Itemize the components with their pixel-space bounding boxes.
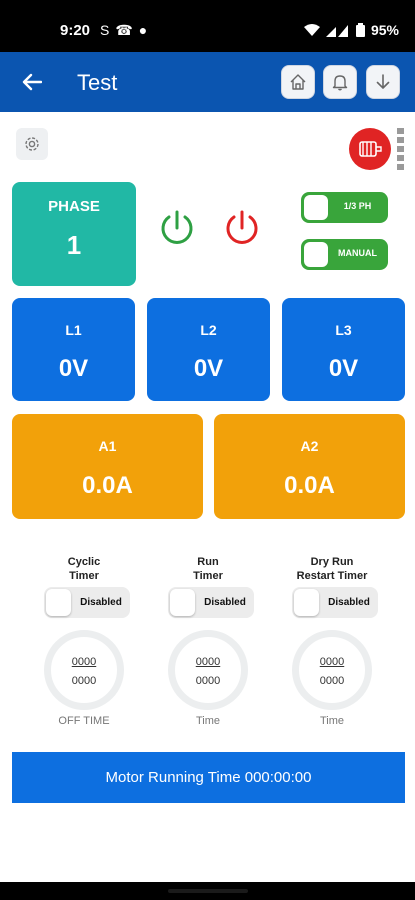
home-indicator[interactable] [168, 889, 248, 893]
run-timer-toggle[interactable]: Disabled [168, 587, 254, 618]
toggle-knob [46, 589, 71, 616]
toggle-knob [294, 589, 319, 616]
page-title: Test [77, 70, 118, 95]
motor-icon [359, 141, 382, 157]
power-on-button[interactable] [158, 208, 196, 248]
timer-title: Dry Run Restart Timer [272, 555, 392, 583]
phase-tile: PHASE 1 [12, 182, 136, 286]
motor-running-time: Motor Running Time 000:00:00 [12, 752, 405, 803]
dial-top-value: 0000 [195, 656, 221, 668]
bell-icon [332, 75, 348, 91]
battery-icon [355, 23, 365, 37]
gear-icon [25, 137, 39, 151]
notification-icons: S ☎ ● [100, 22, 147, 39]
timer-title-line2: Restart Timer [296, 570, 368, 582]
dial-bottom-value: 0000 [319, 675, 345, 687]
dot-icon: ● [138, 22, 148, 38]
cyclic-timer-toggle[interactable]: Disabled [44, 587, 130, 618]
dry-run-timer-dial[interactable]: 0000 0000 [292, 630, 372, 710]
toggle-knob [304, 242, 328, 267]
control-mode-label: MANUAL [338, 248, 377, 258]
dry-run-restart-timer: Dry Run Restart Timer Disabled 0000 0000… [282, 552, 382, 732]
wifi-icon [303, 23, 320, 36]
timer-title-line1: Run [197, 556, 219, 568]
side-scroll-handle[interactable] [397, 128, 404, 170]
back-arrow-icon [22, 73, 42, 91]
cyclic-timer: Cyclic Timer Disabled 0000 0000 OFF TIME [34, 552, 134, 732]
timer-title-line2: Timer [69, 570, 99, 582]
current-tile-a2: A2 0.0A [214, 414, 405, 519]
current-value: 0.0A [82, 472, 133, 499]
phase-mode-label: 1/3 PH [343, 201, 372, 211]
control-mode-toggle[interactable]: MANUAL [301, 239, 388, 270]
dial-top-value: 0000 [71, 656, 97, 668]
phase-mode-toggle[interactable]: 1/3 PH [301, 192, 388, 223]
power-off-button[interactable] [223, 208, 261, 248]
power-on-icon [161, 210, 193, 244]
toggle-knob [170, 589, 195, 616]
timer-title-line2: Timer [193, 570, 223, 582]
toggle-state-label: Disabled [204, 597, 246, 608]
motor-status-button[interactable] [349, 128, 391, 170]
app-bar: Test [0, 52, 415, 112]
voltage-tile-l3: L3 0V [282, 298, 405, 401]
notification-icon-s: S [100, 22, 110, 38]
status-time: 9:20 [60, 22, 91, 39]
system-status: 95% [303, 22, 399, 38]
timer-title-line1: Dry Run [310, 556, 354, 568]
notifications-button[interactable] [323, 65, 357, 99]
timer-title-line1: Cyclic [67, 556, 101, 568]
voltage-tile-l2: L2 0V [147, 298, 270, 401]
voltage-value: 0V [328, 355, 359, 382]
power-off-icon [226, 210, 258, 244]
phase-value: 1 [66, 230, 82, 260]
dial-bottom-value: 0000 [195, 675, 221, 687]
dial-top-value: 0000 [319, 656, 345, 668]
home-button[interactable] [281, 65, 315, 99]
home-icon [290, 74, 306, 90]
run-timer: Run Timer Disabled 0000 0000 Time [158, 552, 258, 732]
download-icon [376, 74, 390, 89]
voltage-tile-l1: L1 0V [12, 298, 135, 401]
status-bar: 9:20 S ☎ ● 95% [0, 0, 415, 52]
voltage-value: 0V [58, 355, 89, 382]
dial-caption: Time [319, 715, 345, 727]
current-tile-a1: A1 0.0A [12, 414, 203, 519]
current-label: A1 [98, 438, 117, 454]
download-button[interactable] [366, 65, 400, 99]
current-value: 0.0A [284, 472, 335, 499]
dial-caption: Time [195, 715, 221, 727]
timer-title: Run Timer [148, 555, 268, 583]
voltage-label: L2 [200, 322, 217, 338]
voltage-label: L3 [335, 322, 352, 338]
voltage-value: 0V [193, 355, 224, 382]
phase-label: PHASE [48, 198, 100, 215]
current-label: A2 [300, 438, 319, 454]
timer-title: Cyclic Timer [24, 555, 144, 583]
run-timer-dial[interactable]: 0000 0000 [168, 630, 248, 710]
battery-level: 95% [370, 22, 399, 38]
signal-icon [325, 24, 348, 37]
phone-icon: ☎ [115, 22, 133, 38]
dial-caption: OFF TIME [58, 715, 110, 727]
toggle-knob [304, 195, 328, 220]
dial-bottom-value: 0000 [71, 675, 97, 687]
toggle-state-label: Disabled [80, 597, 122, 608]
voltage-label: L1 [65, 322, 82, 338]
settings-button[interactable] [16, 128, 48, 160]
dry-run-timer-toggle[interactable]: Disabled [292, 587, 378, 618]
back-button[interactable] [16, 66, 48, 98]
cyclic-timer-dial[interactable]: 0000 0000 [44, 630, 124, 710]
toggle-state-label: Disabled [328, 597, 370, 608]
